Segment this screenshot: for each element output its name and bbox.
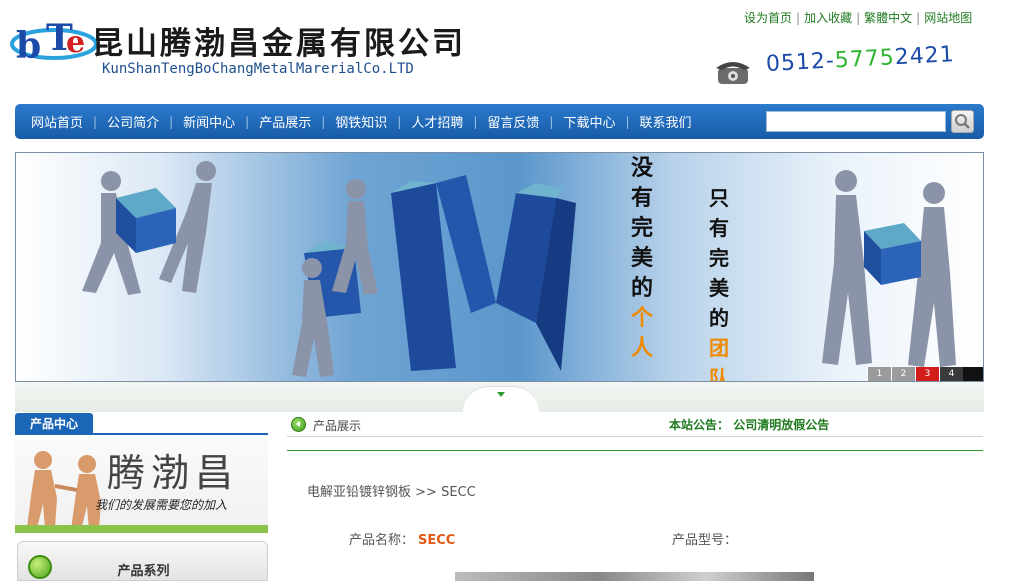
nav-label: 人才招聘 (411, 116, 464, 131)
slogan-char: 完 (630, 215, 653, 241)
company-name-en: KunShanTengBoChangMetalMarerialCo.LTD (102, 61, 414, 77)
company-name-cn: 昆山腾渤昌金属有限公司 (92, 26, 466, 62)
sitemap-link[interactable]: 网站地图 (924, 11, 972, 25)
slide-dot-1[interactable]: 1 (867, 367, 891, 381)
slide-dot-2[interactable]: 2 (891, 367, 915, 381)
slogan-char: 美 (709, 276, 729, 300)
slogan-accent-char: 团 (709, 336, 729, 360)
nav-item-products[interactable]: 产品展示 | (249, 112, 325, 132)
nav-item-steel-knowledge[interactable]: 钢铁知识 | (325, 112, 401, 132)
slogan-right-column: 只 有 完 美 的 团 队 (699, 183, 739, 382)
slogan-char: 没 (630, 155, 653, 181)
nav-item-contact[interactable]: 联系我们 (630, 112, 702, 131)
nav-label: 钢铁知识 (335, 116, 388, 131)
slide-pager-end (963, 367, 983, 381)
recruit-title: 腾渤昌 (107, 451, 240, 495)
page: b T e 昆山腾渤昌金属有限公司 KunShanTengBoChangMeta… (0, 0, 1018, 581)
product-name-label: 产品名称： (349, 533, 415, 548)
nav-item-downloads[interactable]: 下载中心 | (553, 112, 629, 132)
nav-label: 新闻中心 (183, 116, 236, 131)
site-notice: 本站公告： 公司清明放假公告 (669, 416, 829, 433)
breadcrumb-current: SECC (441, 485, 476, 500)
product-series-button[interactable]: 产品系列 (17, 541, 268, 581)
recruit-caption: 我们的发展需要您的加入 (95, 498, 228, 512)
logo-letter-b: b (16, 25, 41, 66)
product-model-label: 产品型号： (672, 533, 738, 548)
slogan-char: 有 (630, 185, 653, 211)
nav-label: 留言反馈 (487, 116, 540, 131)
traditional-chinese-link[interactable]: 繁體中文 (864, 11, 912, 25)
nav-list: 网站首页 | 公司简介 | 新闻中心 | 产品展示 | 钢铁知识 | 人才招聘 | 留言反馈… (21, 104, 702, 139)
link-divider: | (856, 11, 861, 25)
banner-divider-strip (15, 382, 984, 412)
nav-label: 联系我们 (639, 116, 692, 131)
content-header: 产品展示 本站公告： 公司清明放假公告 (287, 413, 983, 437)
content-divider (287, 450, 983, 451)
nav-item-news[interactable]: 新闻中心 | (173, 112, 249, 132)
nav-item-about[interactable]: 公司简介 | (97, 112, 173, 132)
chevron-down-icon (497, 392, 505, 397)
slogan-char: 美 (630, 245, 653, 271)
search-icon (955, 114, 970, 129)
notice-label: 本站公告： (669, 418, 730, 432)
breadcrumb: 电解亚铅镀锌钢板 >> SECC (307, 481, 476, 500)
hero-banner[interactable]: 没 有 完 美 的 个 人 只 有 完 美 的 团 队 1 2 3 4 (15, 152, 984, 382)
slogan-char: 只 (709, 186, 729, 210)
recruit-banner[interactable]: 腾渤昌 我们的发展需要您的加入 (15, 440, 268, 533)
section-title: 产品展示 (313, 419, 362, 433)
banner-illustration (82, 161, 956, 377)
nav-label: 下载中心 (563, 116, 616, 131)
sidebar-header: 产品中心 (15, 413, 268, 435)
search-input[interactable] (766, 111, 946, 132)
slogan-char: 的 (630, 275, 653, 301)
search-button[interactable] (951, 110, 974, 133)
main-nav: 网站首页 | 公司简介 | 新闻中心 | 产品展示 | 钢铁知识 | 人才招聘 | 留言反馈… (15, 104, 984, 139)
breadcrumb-separator: >> (415, 485, 437, 500)
set-homepage-link[interactable]: 设为首页 (744, 11, 792, 25)
slide-dot-4[interactable]: 4 (939, 367, 963, 381)
phone-block: 0512-57752421 (714, 42, 974, 92)
slogan-left-column: 没 有 完 美 的 个 人 (622, 153, 662, 363)
product-name-row: 产品名称： SECC (349, 529, 455, 548)
phone-mid: 5775 (834, 45, 896, 74)
slide-pager: 1 2 3 4 (867, 367, 983, 381)
slogan-char: 完 (709, 246, 729, 270)
top-links: 设为首页 | 加入收藏 | 繁體中文 | 网站地图 (744, 9, 972, 26)
cube-right (864, 223, 921, 285)
company-logo[interactable]: b T e (10, 10, 100, 66)
nav-label: 产品展示 (259, 116, 312, 131)
logo-letter-e: e (66, 25, 85, 60)
sidebar-title: 产品中心 (15, 413, 93, 435)
slogan-accent-char: 队 (709, 366, 729, 382)
nav-item-feedback[interactable]: 留言反馈 | (477, 112, 553, 132)
breadcrumb-category[interactable]: 电解亚铅镀锌钢板 (307, 485, 411, 500)
phone-suffix: 2421 (894, 42, 956, 71)
site-header: b T e 昆山腾渤昌金属有限公司 KunShanTengBoChangMeta… (0, 0, 1018, 100)
back-arrow-icon[interactable] (291, 417, 306, 432)
product-name-value: SECC (418, 533, 456, 548)
nav-item-jobs[interactable]: 人才招聘 | (401, 112, 477, 132)
nav-label: 网站首页 (31, 116, 84, 131)
collapse-tab[interactable] (463, 386, 539, 412)
product-image[interactable] (455, 572, 814, 581)
phone-number: 0512-57752421 (765, 42, 955, 77)
slogan-char: 的 (709, 306, 729, 330)
slogan-accent-char: 人 (630, 335, 653, 361)
slogan-accent-char: 个 (630, 305, 653, 331)
slide-dot-3[interactable]: 3 (915, 367, 939, 381)
slogan-char: 有 (709, 216, 729, 240)
nav-item-home[interactable]: 网站首页 | (21, 112, 97, 132)
link-divider: | (916, 11, 921, 25)
link-divider: | (796, 11, 801, 25)
product-model-row: 产品型号： (672, 529, 737, 548)
nav-label: 公司简介 (107, 116, 160, 131)
handshake-figures (27, 451, 101, 525)
phone-prefix: 0512- (765, 48, 836, 77)
telephone-icon (716, 62, 750, 84)
add-favorite-link[interactable]: 加入收藏 (804, 11, 852, 25)
notice-link[interactable]: 公司清明放假公告 (733, 418, 829, 432)
product-series-label: 产品系列 (117, 564, 170, 579)
